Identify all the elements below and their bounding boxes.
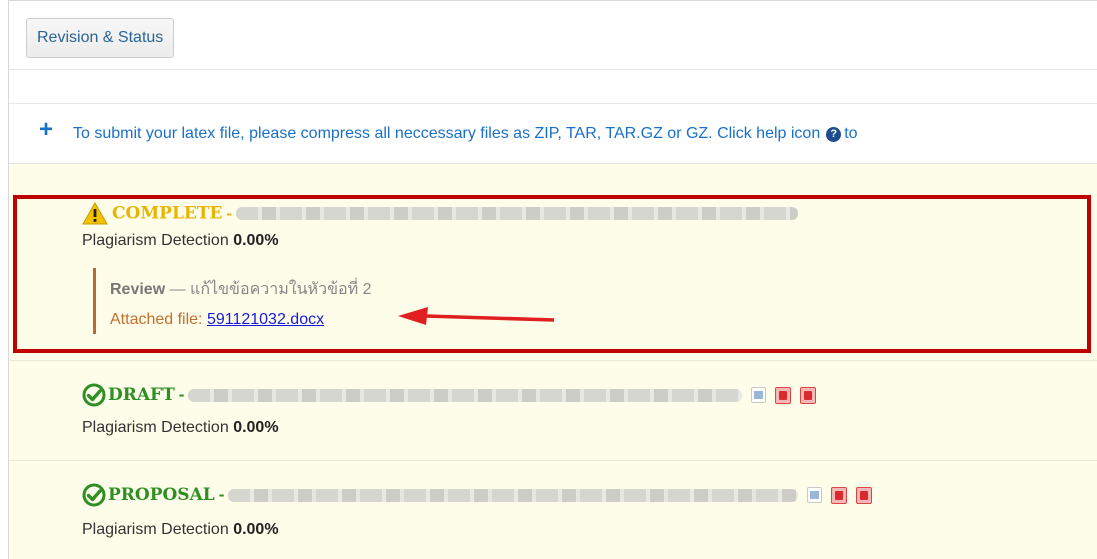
- blurred-title: [236, 207, 799, 220]
- plagiarism-detection: Plagiarism Detection 0.00%: [82, 521, 279, 539]
- check-circle-icon: [82, 483, 106, 507]
- plagiarism-value: 0.00%: [233, 232, 279, 249]
- item-heading: COMPLETE -: [82, 202, 799, 225]
- word-file-icon[interactable]: [751, 387, 767, 403]
- plagiarism-detection: Plagiarism Detection 0.00%: [82, 232, 279, 250]
- warning-icon: [82, 202, 108, 225]
- revision-panel: Revision & Status + To submit your latex…: [8, 0, 1097, 559]
- revision-item-draft: DRAFT - Plagiarism Detection 0.00%: [9, 361, 1097, 461]
- plagiarism-label: Plagiarism Detection: [82, 232, 229, 249]
- top-toolbar: Revision & Status: [9, 1, 1097, 70]
- attached-file-line: Attached file: 591121032.docx: [110, 311, 324, 329]
- info-text-before: To submit your latex file, please compre…: [73, 125, 821, 142]
- item-heading: PROPOSAL -: [82, 483, 873, 507]
- pdf-file-icon[interactable]: [775, 386, 792, 404]
- info-text-after: to: [844, 125, 858, 142]
- plagiarism-value: 0.00%: [233, 521, 279, 538]
- plagiarism-label: Plagiarism Detection: [82, 521, 229, 538]
- latex-info-row: + To submit your latex file, please comp…: [9, 104, 1097, 164]
- revision-item-complete: COMPLETE - Plagiarism Detection 0.00% Rev…: [9, 164, 1097, 361]
- pdf-file-icon[interactable]: [856, 486, 873, 504]
- status-separator: -: [178, 385, 185, 404]
- review-block: Review — แก้ไขข้อความในหัวข้อที่ 2 Attac…: [93, 268, 707, 334]
- review-line: Review — แก้ไขข้อความในหัวข้อที่ 2: [110, 277, 372, 302]
- revision-item-proposal: PROPOSAL - Plagiarism Detection 0.00%: [9, 461, 1097, 559]
- pdf-file-icon[interactable]: [831, 486, 848, 504]
- plagiarism-detection: Plagiarism Detection 0.00%: [82, 419, 279, 437]
- spacer-row: [9, 70, 1097, 104]
- check-circle-icon: [82, 383, 106, 407]
- plus-icon[interactable]: +: [39, 118, 53, 142]
- plagiarism-label: Plagiarism Detection: [82, 419, 229, 436]
- item-heading: DRAFT -: [82, 383, 817, 407]
- status-label: PROPOSAL: [108, 485, 215, 505]
- word-file-icon[interactable]: [807, 487, 823, 503]
- latex-info-text: To submit your latex file, please compre…: [73, 124, 858, 144]
- blurred-title: [188, 388, 743, 402]
- plagiarism-value: 0.00%: [233, 419, 279, 436]
- question-circle-icon[interactable]: ?: [826, 127, 842, 142]
- attached-file-link[interactable]: 591121032.docx: [207, 311, 324, 328]
- status-separator: -: [226, 203, 233, 223]
- review-label: Review: [110, 281, 166, 298]
- review-text: — แก้ไขข้อความในหัวข้อที่ 2: [165, 281, 372, 298]
- status-separator: -: [218, 485, 225, 504]
- attached-label: Attached file:: [110, 311, 207, 328]
- status-label: COMPLETE: [112, 203, 223, 224]
- status-label: DRAFT: [108, 385, 175, 405]
- revision-status-tab[interactable]: Revision & Status: [26, 18, 175, 58]
- blurred-title: [228, 488, 799, 502]
- pdf-file-icon[interactable]: [800, 386, 817, 404]
